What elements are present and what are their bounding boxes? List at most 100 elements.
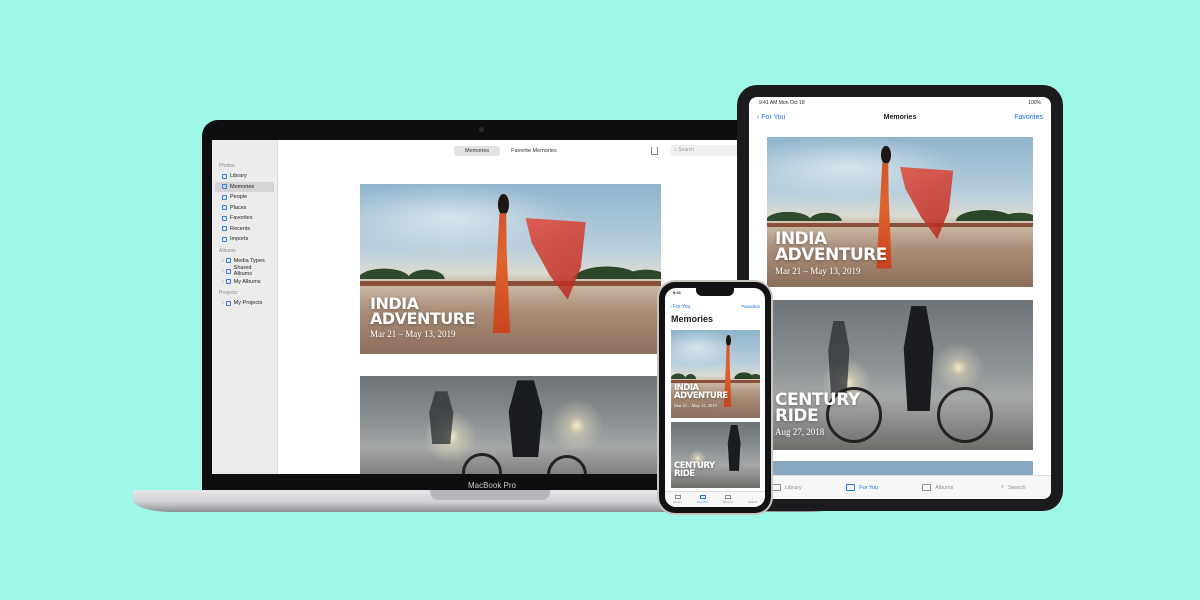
dancer-figure	[483, 194, 525, 340]
sidebar-section-photos: Photos	[219, 163, 235, 169]
memory-card-india-adventure[interactable]: INDIA ADVENTURE Mar 21 – May 13, 2019	[767, 137, 1033, 287]
chevron-right-icon[interactable]: ›	[222, 300, 224, 306]
sidebar-item-recents[interactable]: Recents	[215, 224, 274, 235]
sidebar-item-label: Media Types	[233, 257, 265, 264]
macbook-notch	[430, 490, 550, 500]
sidebar-section-albums: Albums	[219, 247, 236, 254]
photo-library-icon	[771, 484, 781, 491]
tab-label: Albums	[935, 484, 954, 491]
memory-title-line2: ADVENTURE	[370, 309, 476, 329]
sidebar-item-my-projects[interactable]: › My Projects	[215, 298, 274, 309]
search-icon: ⌕	[1000, 484, 1005, 490]
tab-label: Library	[672, 500, 683, 504]
memory-caption: CENTURY RIDE Aug 27, 2018	[775, 392, 860, 437]
status-date: Mon Oct 18	[778, 100, 805, 106]
for-you-icon	[846, 484, 856, 491]
tab-for-you[interactable]: For You	[690, 492, 715, 507]
sidebar-item-library[interactable]: Library	[215, 171, 274, 182]
sidebar-item-label: Memories	[230, 183, 255, 190]
tab-label: Search	[747, 499, 758, 504]
memory-date: Aug 27, 2018	[775, 427, 825, 438]
sidebar-item-favorites[interactable]: Favorites	[215, 213, 274, 224]
sidebar-item-imports[interactable]: Imports	[215, 234, 274, 245]
sidebar-item-memories[interactable]: Memories	[215, 181, 274, 192]
memory-card-partial[interactable]	[767, 461, 1033, 475]
sidebar-item-places[interactable]: Places	[215, 203, 274, 214]
page: { "laptop": { "label": "MacBook Pro", "s…	[0, 0, 1200, 600]
memory-date: Mar 21 – May 13, 2019	[674, 403, 717, 409]
status-time: 9:41	[673, 290, 682, 295]
status-time: 9:41 AM	[759, 100, 778, 106]
ipad-screen: 9:41 AM Mon Oct 18 100% ‹ For You Memori…	[749, 97, 1051, 499]
macbook-label: MacBook Pro	[467, 481, 517, 490]
status-battery: 100%	[1028, 100, 1041, 106]
tab-search[interactable]: ⌕ Search	[740, 492, 765, 507]
import-icon	[222, 236, 227, 242]
status-bar: 9:41 AM Mon Oct 18 100%	[749, 97, 1051, 107]
photo-library-icon	[674, 495, 681, 499]
photos-sidebar: Photos Library Memories People Places Fa…	[212, 140, 278, 474]
memory-card-century-ride[interactable]: CENTURY RIDE	[671, 422, 760, 488]
sidebar-item-label: Places	[230, 204, 247, 211]
memory-caption: CENTURY RIDE	[674, 462, 715, 480]
memory-title-line2: RIDE	[775, 406, 819, 427]
sidebar-item-label: People	[230, 194, 248, 201]
sidebar-item-label: Library	[230, 173, 247, 180]
folder-icon	[225, 300, 231, 306]
sidebar-item-label: Imports	[230, 236, 249, 243]
tab-bar: Library For You Albums ⌕ Search	[665, 491, 765, 507]
sidebar-item-label: Recents	[230, 225, 251, 232]
memories-segmented-control: Memories Favorite Memories	[454, 146, 568, 156]
memory-date: Mar 21 – May 13, 2019	[775, 266, 861, 277]
memory-card-century-ride[interactable]: CENTURY RIDE Aug 27, 2018	[767, 300, 1033, 450]
memory-title-line2: RIDE	[674, 469, 695, 480]
cyclist-figure	[727, 424, 741, 471]
chevron-right-icon[interactable]: ›	[222, 258, 224, 264]
folder-icon	[225, 258, 231, 264]
back-label: For You	[673, 304, 691, 310]
tab-for-you[interactable]: For You	[825, 476, 901, 499]
albums-icon	[922, 484, 932, 491]
memory-card-india-adventure[interactable]: INDIA ADVENTURE Mar 21 – May 13, 2019	[671, 330, 760, 418]
tab-library[interactable]: Library	[665, 492, 690, 507]
sidebar-item-label: Shared Albums	[233, 265, 253, 278]
favorites-button[interactable]: Favorites	[741, 304, 760, 309]
favorites-button[interactable]: Favorites	[1014, 114, 1043, 121]
tab-bar: Library For You Albums ⌕ Search	[749, 475, 1051, 499]
memory-card-india-adventure[interactable]: INDIA ADVENTURE Mar 21 – May 13, 2019	[360, 184, 661, 354]
folder-icon	[225, 268, 231, 274]
camera-icon	[479, 127, 484, 132]
sidebar-item-label: My Albums	[233, 278, 261, 285]
tab-albums[interactable]: Albums	[900, 476, 976, 499]
memory-card-century-ride[interactable]	[360, 376, 661, 474]
tab-search[interactable]: ⌕ Search	[976, 476, 1052, 499]
chevron-right-icon[interactable]: ›	[222, 279, 224, 285]
for-you-icon	[699, 495, 706, 499]
sidebar-item-people[interactable]: People	[215, 192, 274, 203]
share-icon[interactable]	[651, 147, 658, 155]
sidebar-item-shared-albums[interactable]: › Shared Albums	[215, 265, 274, 278]
tab-label: Library	[784, 484, 802, 491]
tab-albums[interactable]: Albums	[715, 492, 740, 507]
folder-icon	[225, 279, 231, 285]
iphone-screen: 9:41 ‹ For You Favorites Memories INDIA …	[665, 288, 765, 507]
tab-favorite-memories[interactable]: Favorite Memories	[500, 146, 568, 156]
photos-toolbar: Memories Favorite Memories ⌕ Search	[278, 140, 762, 162]
iphone-notch	[696, 288, 734, 296]
back-button[interactable]: ‹ For You	[670, 304, 690, 310]
chevron-right-icon[interactable]: ›	[222, 268, 224, 274]
tab-label: Albums	[722, 500, 733, 504]
page-title: Memories	[671, 314, 714, 324]
memory-caption: INDIA ADVENTURE Mar 21 – May 13, 2019	[674, 384, 728, 408]
sidebar-item-my-albums[interactable]: › My Albums	[215, 277, 274, 288]
search-placeholder: Search	[678, 147, 695, 153]
memory-caption: INDIA ADVENTURE Mar 21 – May 13, 2019	[775, 231, 887, 276]
sidebar-section-projects: Projects	[219, 290, 238, 296]
sidebar-item-label: Favorites	[230, 215, 253, 222]
tab-memories[interactable]: Memories	[454, 146, 501, 156]
memory-title-line2: ADVENTURE	[674, 391, 728, 402]
albums-icon	[724, 495, 731, 499]
tab-label: For You	[859, 484, 879, 491]
memory-title-line2: ADVENTURE	[775, 245, 887, 266]
memory-date: Mar 21 – May 13, 2019	[370, 329, 456, 340]
